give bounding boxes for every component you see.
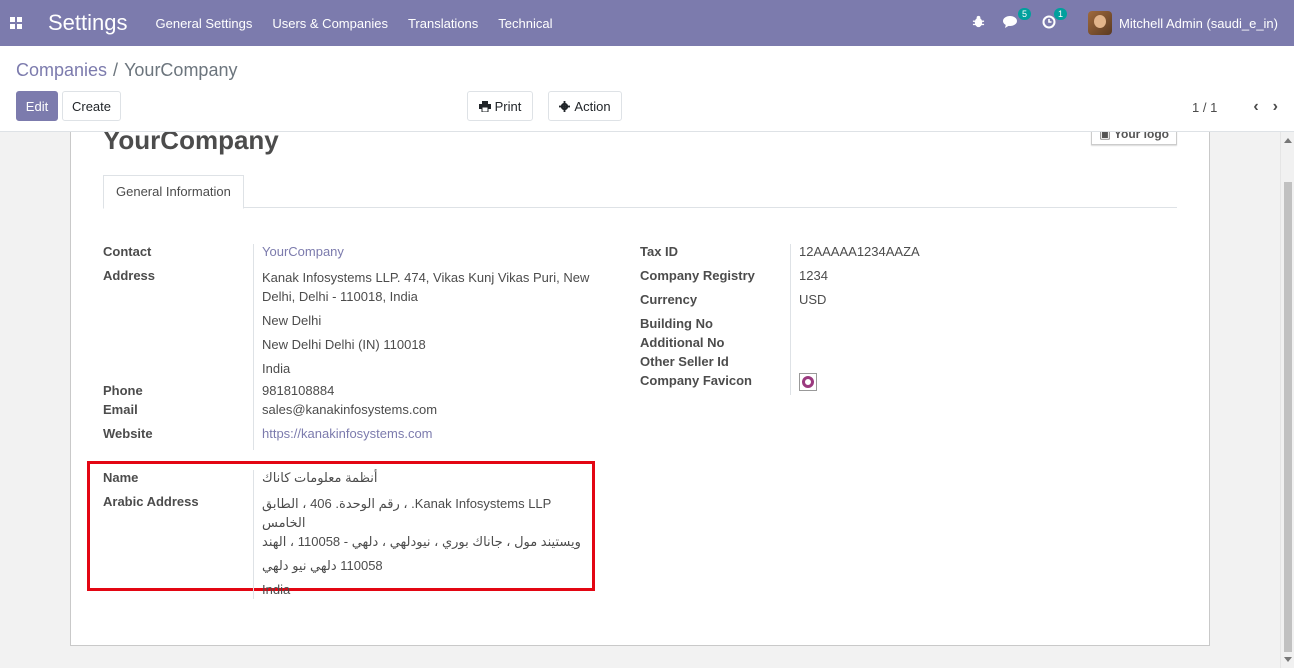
user-menu[interactable]: Mitchell Admin (saudi_e_in) <box>1119 16 1278 31</box>
arabic-field-group: Name أنظمة معلومات كاناك Arabic Address … <box>103 470 603 599</box>
phone-label: Phone <box>103 383 143 398</box>
scroll-down-arrow-icon[interactable] <box>1284 657 1292 662</box>
action-button[interactable]: Action <box>548 91 622 121</box>
menu-technical[interactable]: Technical <box>498 16 552 31</box>
address-city: New Delhi <box>262 313 322 328</box>
logo-label: Your logo <box>1113 132 1169 141</box>
notebook-tabs: General Information <box>103 175 1177 209</box>
company-favicon-image[interactable] <box>799 373 817 391</box>
breadcrumb: Companies / YourCompany <box>16 60 237 81</box>
address-label: Address <box>103 268 156 283</box>
company-name-title: YourCompany <box>103 132 279 155</box>
email-label: Email <box>103 402 138 417</box>
gear-icon <box>559 100 571 112</box>
breadcrumb-companies-link[interactable]: Companies <box>16 60 107 80</box>
pager-previous-icon[interactable]: ‹ <box>1253 98 1258 116</box>
contact-label: Contact <box>103 244 152 259</box>
activities-clock-icon[interactable]: 1 <box>1042 7 1068 32</box>
debug-bug-icon[interactable] <box>972 15 985 31</box>
print-icon <box>478 100 491 112</box>
tab-general-information[interactable]: General Information <box>103 175 244 209</box>
breadcrumb-current: YourCompany <box>124 60 238 80</box>
right-field-group: Tax ID 12AAAAA1234AAZA Company Registry … <box>640 244 1160 395</box>
address-state-zip: New Delhi Delhi (IN) 110018 <box>262 337 426 352</box>
arabic-address-line2: ويستيند مول ، جاناك بوري ، نيودلهي ، دله… <box>262 534 581 549</box>
activities-count-badge: 1 <box>1054 7 1068 20</box>
control-panel: Companies / YourCompany Edit Create Print … <box>0 46 1294 132</box>
arabic-address-country: India <box>262 582 291 597</box>
action-label: Action <box>574 98 611 114</box>
additional-no-value <box>790 335 799 354</box>
app-title[interactable]: Settings <box>48 10 128 36</box>
apps-menu-icon[interactable] <box>0 0 32 46</box>
tax-id-value: 12AAAAA1234AAZA <box>790 244 920 268</box>
print-button[interactable]: Print <box>467 91 533 121</box>
website-label: Website <box>103 426 153 441</box>
left-field-group: Contact YourCompany Address Kanak Infosy… <box>103 244 603 450</box>
user-avatar[interactable] <box>1088 11 1113 35</box>
address-line1: Kanak Infosystems LLP. 474, Vikas Kunj V… <box>262 270 590 285</box>
form-sheet: YourCompany ▣ Your logo General Informat… <box>70 132 1210 646</box>
messages-count-badge: 5 <box>1018 7 1032 20</box>
pager-value[interactable]: 1 / 1 <box>1192 100 1217 115</box>
address-country: India <box>262 361 291 376</box>
website-link[interactable]: https://kanakinfosystems.com <box>253 426 433 450</box>
menu-general-settings[interactable]: General Settings <box>156 16 253 31</box>
top-navbar: Settings General Settings Users & Compan… <box>0 0 1294 46</box>
arabic-name-label: Name <box>103 470 139 485</box>
company-favicon-label: Company Favicon <box>640 373 752 388</box>
scroll-up-arrow-icon[interactable] <box>1284 138 1292 143</box>
menu-users-companies[interactable]: Users & Companies <box>272 16 388 31</box>
menu-translations[interactable]: Translations <box>408 16 478 31</box>
company-registry-value: 1234 <box>790 268 828 292</box>
phone-value: 9818108884 <box>253 383 334 402</box>
camera-icon: ▣ <box>1099 132 1111 141</box>
scrollbar-thumb[interactable] <box>1284 182 1292 652</box>
contact-link[interactable]: YourCompany <box>253 244 344 268</box>
pager-next-icon[interactable]: › <box>1273 98 1278 116</box>
edit-button[interactable]: Edit <box>16 91 58 121</box>
currency-value: USD <box>790 292 826 316</box>
arabic-address-label: Arabic Address <box>103 494 199 509</box>
currency-label: Currency <box>640 292 698 307</box>
create-button[interactable]: Create <box>62 91 121 121</box>
other-seller-id-value <box>790 354 799 373</box>
other-seller-id-label: Other Seller Id <box>640 354 729 369</box>
building-no-label: Building No <box>640 316 713 331</box>
additional-no-label: Additional No <box>640 335 725 350</box>
arabic-address-line3: 110058 دلهي نيو دلهي <box>262 558 383 573</box>
email-value: sales@kanakinfosystems.com <box>253 402 437 426</box>
tax-id-label: Tax ID <box>640 244 679 259</box>
messages-chat-icon[interactable]: 5 <box>1003 7 1032 32</box>
arabic-address-line1: Kanak Infosystems LLP. ، رقم الوحدة. 406… <box>262 496 552 530</box>
print-label: Print <box>494 98 522 114</box>
arabic-name-value: أنظمة معلومات كاناك <box>253 470 377 494</box>
form-view-area: YourCompany ▣ Your logo General Informat… <box>0 132 1294 668</box>
address-line2: Delhi, Delhi - 110018, India <box>262 289 418 304</box>
vertical-scrollbar[interactable] <box>1280 132 1294 668</box>
company-logo-placeholder[interactable]: ▣ Your logo <box>1091 132 1177 145</box>
pager: 1 / 1 ‹ › <box>1192 98 1278 116</box>
breadcrumb-separator: / <box>113 60 119 80</box>
company-registry-label: Company Registry <box>640 268 755 283</box>
building-no-value <box>790 316 799 335</box>
